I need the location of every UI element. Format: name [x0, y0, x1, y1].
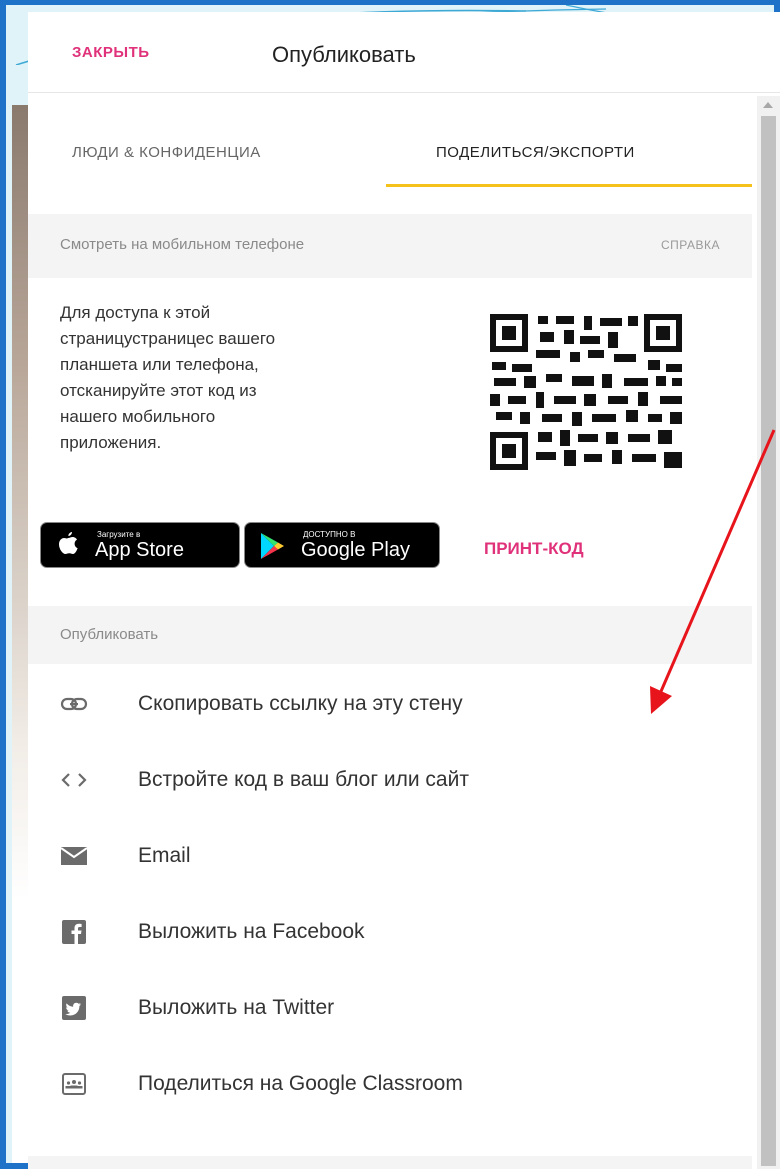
help-link[interactable]: СПРАВКА [661, 238, 720, 252]
publish-section-header: Опубликовать [28, 606, 752, 664]
panel-header: ЗАКРЫТЬ Опубликовать [28, 12, 780, 93]
mail-icon [60, 847, 88, 865]
tab-bar: ЛЮДИ & КОНФИДЕНЦИА ПОДЕЛИТЬСЯ/ЭКСПОРТИ [28, 108, 752, 188]
email-item[interactable]: Email [28, 826, 752, 886]
google-play-badge[interactable]: ДОСТУПНО В Google Play [244, 522, 440, 568]
google-classroom-label: Поделиться на Google Classroom [138, 1072, 463, 1095]
apple-icon [59, 532, 78, 554]
mobile-instructions: Для доступа к этой страницустраницес ваш… [60, 300, 440, 456]
link-icon [60, 697, 88, 711]
tab-people-privacy[interactable]: ЛЮДИ & КОНФИДЕНЦИА [72, 144, 261, 161]
print-code-button[interactable]: ПРИНТ-КОД [484, 539, 584, 559]
facebook-icon [62, 920, 86, 944]
mobile-section-heading: Смотреть на мобильном телефоне [60, 236, 305, 253]
tab-share-export[interactable]: ПОДЕЛИТЬСЯ/ЭКСПОРТИ [436, 144, 752, 161]
scroll-up-arrow-icon[interactable] [763, 102, 773, 108]
vertical-scrollbar[interactable] [757, 96, 780, 1169]
copy-link-item[interactable]: Скопировать ссылку на эту стену [28, 674, 752, 734]
embed-code-label: Встройте код в ваш блог или сайт [138, 768, 469, 791]
panel-title: Опубликовать [272, 42, 416, 67]
app-store-label: App Store [95, 539, 184, 561]
google-classroom-item[interactable]: Поделиться на Google Classroom [28, 1054, 752, 1114]
code-icon [61, 773, 87, 787]
twitter-icon [62, 996, 86, 1020]
facebook-label: Выложить на Facebook [138, 920, 365, 943]
embed-code-item[interactable]: Встройте код в ваш блог или сайт [28, 750, 752, 810]
instruction-line: Для доступа к этой [60, 303, 211, 322]
instruction-line: нашего мобильного [60, 407, 216, 426]
publish-section-heading: Опубликовать [60, 626, 159, 643]
scroll-thumb[interactable] [761, 116, 776, 1166]
app-store-small-label: Загрузите в [97, 530, 141, 539]
active-tab-indicator [386, 184, 752, 187]
publish-panel: ЗАКРЫТЬ Опубликовать ЛЮДИ & КОНФИДЕНЦИА … [28, 12, 780, 1169]
facebook-item[interactable]: Выложить на Facebook [28, 902, 752, 962]
google-play-icon [261, 533, 284, 559]
instruction-line: планшета или телефона, [60, 355, 259, 374]
google-play-label: Google Play [301, 539, 410, 561]
qr-code [488, 312, 684, 472]
twitter-item[interactable]: Выложить на Twitter [28, 978, 752, 1038]
copy-link-label: Скопировать ссылку на эту стену [138, 692, 463, 715]
instruction-line: страницустраницес вашего [60, 329, 276, 348]
instruction-line: приложения. [60, 433, 162, 452]
close-button[interactable]: ЗАКРЫТЬ [72, 44, 150, 61]
email-label: Email [138, 844, 191, 867]
app-store-badge[interactable]: Загрузите в App Store [40, 522, 240, 568]
classroom-icon [62, 1073, 86, 1095]
panel-bottom-strip [28, 1156, 752, 1169]
mobile-section-header: Смотреть на мобильном телефоне СПРАВКА [28, 214, 752, 278]
twitter-label: Выложить на Twitter [138, 996, 335, 1019]
google-play-small-label: ДОСТУПНО В [303, 530, 356, 539]
instruction-line: отсканируйте этот код из [60, 381, 257, 400]
